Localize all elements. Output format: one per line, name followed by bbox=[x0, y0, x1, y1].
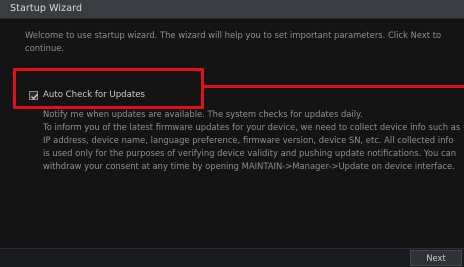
footer-bar bbox=[0, 248, 464, 267]
highlight-box bbox=[13, 68, 204, 109]
update-notify-text: Notify me when updates are available. Th… bbox=[43, 109, 363, 119]
update-description: Notify me when updates are available. Th… bbox=[43, 108, 461, 173]
data-collection-notice: To inform you of the latest firmware upd… bbox=[43, 122, 461, 171]
next-button[interactable]: Next bbox=[410, 250, 462, 266]
window-title: Startup Wizard bbox=[10, 3, 83, 14]
highlight-pointer-line bbox=[204, 85, 464, 88]
title-bar: Startup Wizard bbox=[0, 0, 464, 19]
startup-wizard-window: Startup Wizard Welcome to use startup wi… bbox=[0, 0, 464, 267]
intro-text: Welcome to use startup wizard. The wizar… bbox=[25, 30, 442, 53]
